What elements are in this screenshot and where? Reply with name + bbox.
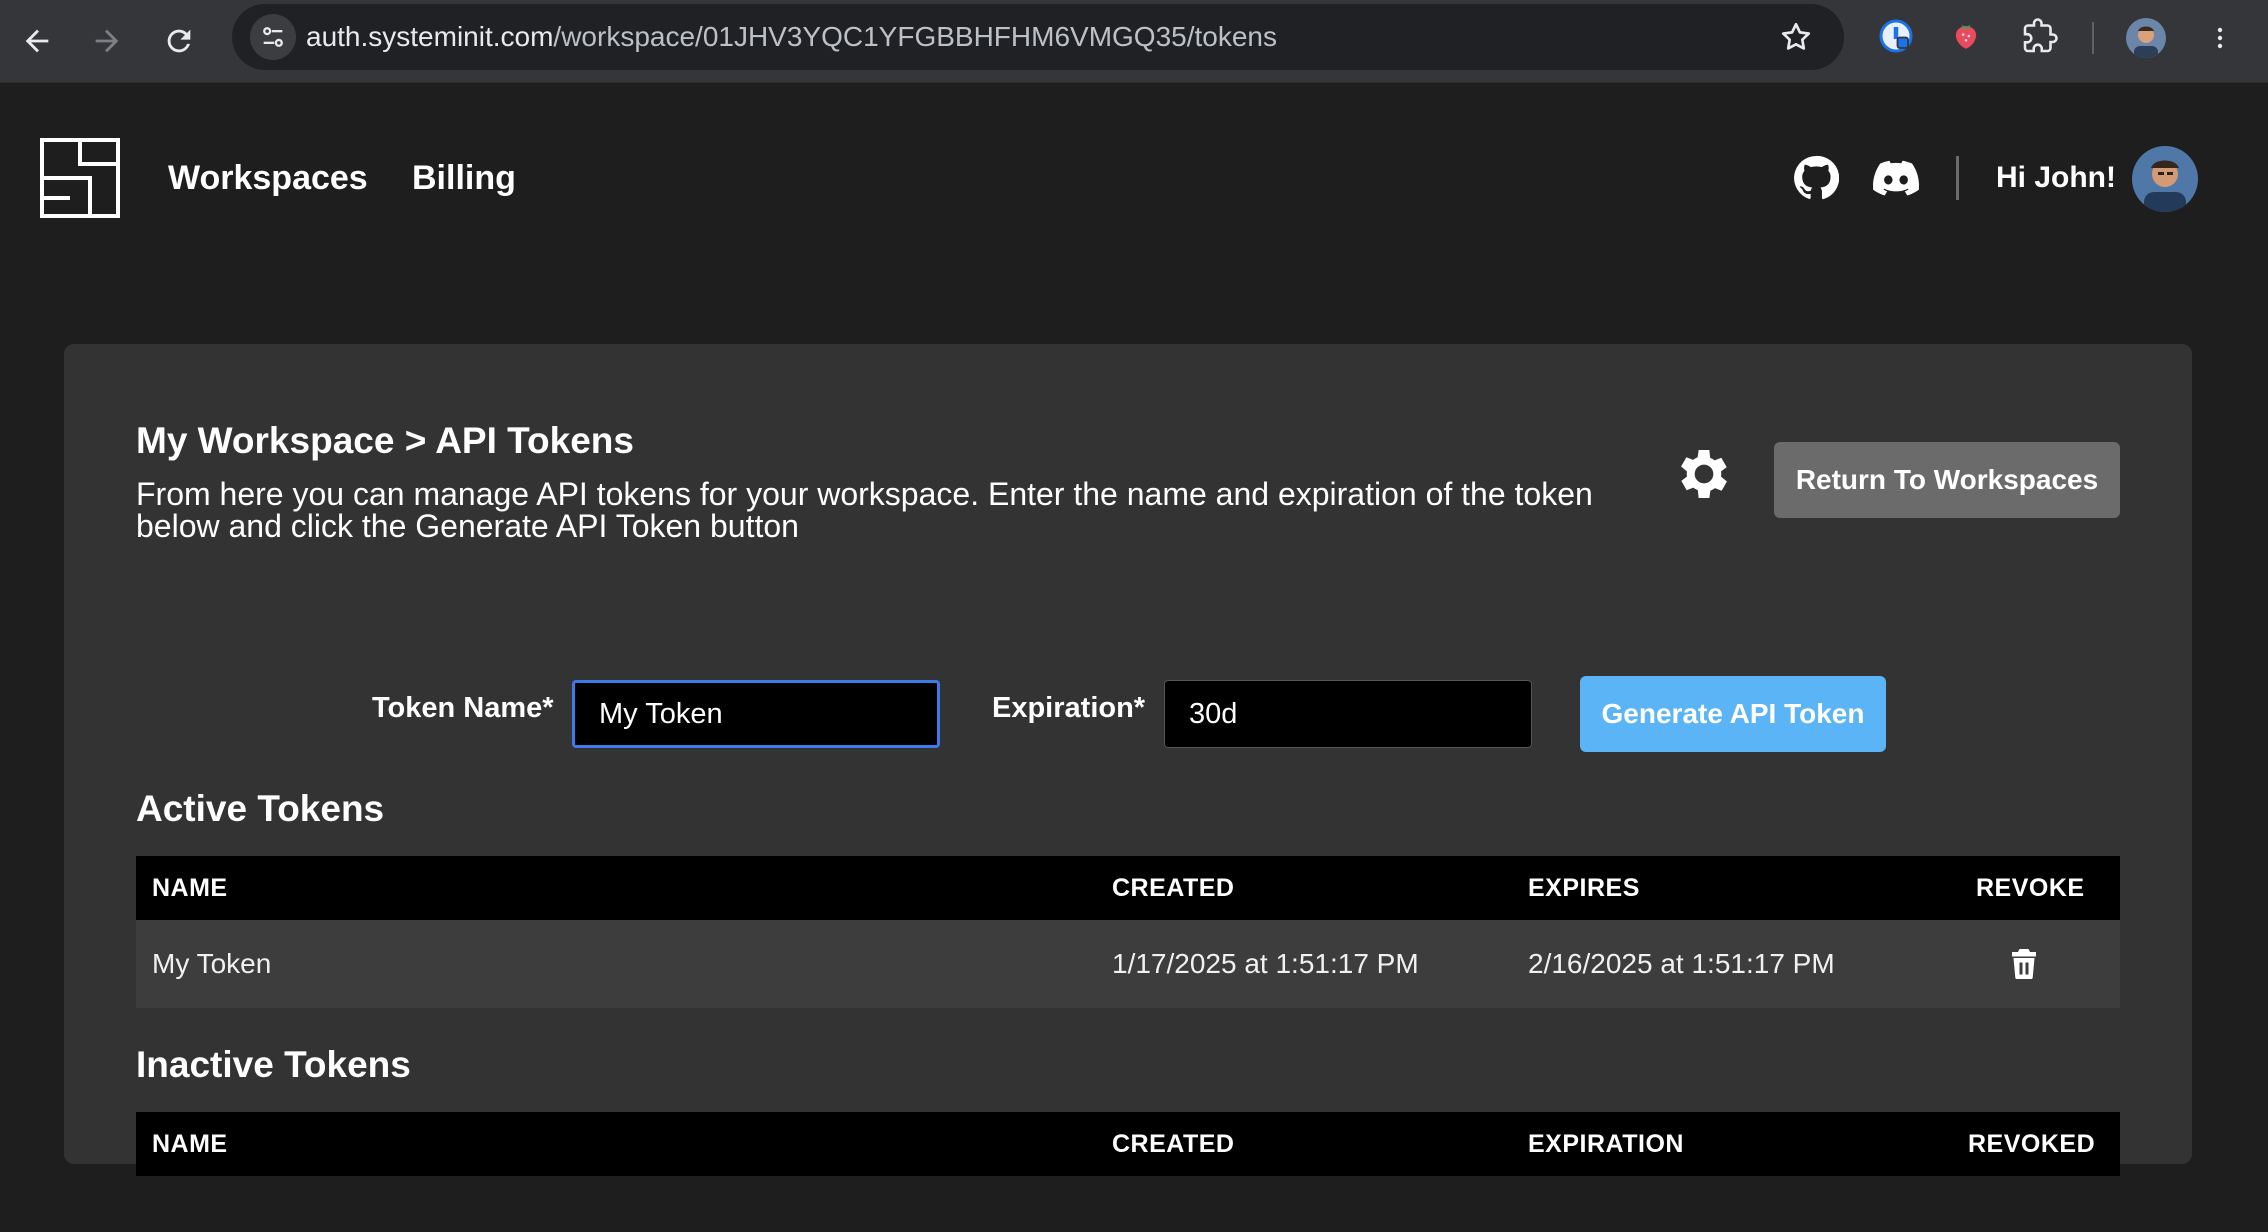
generate-api-token-button[interactable]: Generate API Token: [1580, 676, 1886, 752]
column-header-created: CREATED: [1112, 874, 1235, 902]
token-name-input[interactable]: [572, 680, 940, 748]
revoke-token-button[interactable]: [2004, 944, 2044, 984]
trash-icon: [2012, 949, 2036, 979]
app-viewport: Workspaces Billing Hi John! My Workspace…: [0, 84, 2268, 1232]
nav-billing-link[interactable]: Billing: [412, 152, 516, 204]
url-host: auth.systeminit.com: [306, 21, 554, 52]
browser-toolbar: auth.systeminit.com/workspace/01JHV3YQC1…: [0, 0, 2268, 83]
discord-link[interactable]: [1872, 154, 1920, 202]
token-name-cell: My Token: [152, 948, 272, 979]
user-avatar[interactable]: [2132, 146, 2198, 212]
column-header-revoked: REVOKED: [1968, 1130, 2096, 1158]
reload-button[interactable]: [152, 14, 206, 68]
strawberry-extension[interactable]: [1946, 16, 1986, 56]
star-icon[interactable]: [1778, 19, 1814, 55]
nav-workspaces-link[interactable]: Workspaces: [168, 152, 368, 204]
back-button[interactable]: [10, 14, 64, 68]
password-manager-icon: [1879, 19, 1913, 53]
token-name-label: Token Name*: [372, 692, 554, 724]
discord-icon: [1873, 160, 1919, 196]
system-initiative-logo[interactable]: [40, 138, 120, 218]
column-header-expires: EXPIRES: [1528, 874, 1640, 902]
return-to-workspaces-button[interactable]: Return To Workspaces: [1774, 442, 2120, 518]
extension-icon: [1955, 24, 1977, 49]
address-bar[interactable]: auth.systeminit.com/workspace/01JHV3YQC1…: [232, 4, 1844, 70]
column-header-expiration: EXPIRATION: [1528, 1130, 1684, 1158]
extensions-button[interactable]: [2020, 16, 2060, 56]
column-header-revoke: REVOKE: [1976, 874, 2085, 902]
expiration-input[interactable]: [1164, 680, 1532, 748]
user-photo-icon: [2132, 146, 2198, 212]
token-expires-cell: 2/16/2025 at 1:51:17 PM: [1528, 948, 1835, 979]
github-link[interactable]: [1792, 154, 1840, 202]
site-settings-button[interactable]: [250, 14, 296, 60]
kebab-menu-icon: [2217, 27, 2223, 49]
toolbar-divider: [2092, 22, 2094, 54]
site-settings-icon: [263, 27, 283, 47]
column-header-name: NAME: [152, 874, 228, 902]
user-greeting: Hi John!: [1996, 161, 2116, 194]
url-path: /workspace/01JHV3YQC1YFGBBHFHM6VMGQ35/to…: [553, 21, 1278, 52]
url-text[interactable]: auth.systeminit.com/workspace/01JHV3YQC1…: [306, 4, 1277, 70]
column-header-created: CREATED: [1112, 1130, 1235, 1158]
back-arrow-icon: [25, 29, 49, 53]
reload-icon: [167, 29, 191, 53]
gear-icon[interactable]: [1672, 442, 1736, 506]
api-tokens-card: My Workspace > API Tokens From here you …: [64, 344, 2192, 1176]
password-manager-extension[interactable]: [1876, 16, 1916, 56]
page-description: From here you can manage API tokens for …: [136, 476, 1593, 544]
puzzle-icon: [2023, 18, 2058, 53]
profile-photo-icon: [2126, 18, 2166, 58]
profile-avatar[interactable]: [2126, 18, 2166, 58]
forward-button[interactable]: [80, 14, 134, 68]
active-tokens-title: Active Tokens: [136, 788, 385, 829]
active-tokens-table: NAME CREATED EXPIRES REVOKE My Token 1/1…: [136, 856, 2120, 1008]
browser-menu-button[interactable]: [2206, 18, 2234, 58]
inactive-tokens-table: NAME CREATED EXPIRATION REVOKED: [136, 1112, 2120, 1176]
forward-arrow-icon: [95, 29, 119, 53]
expiration-label: Expiration*: [992, 692, 1146, 724]
github-icon: [1794, 155, 1839, 200]
table-row: My Token 1/17/2025 at 1:51:17 PM 2/16/20…: [136, 920, 2120, 1008]
header-divider: [1956, 156, 1959, 200]
table-header: NAME CREATED EXPIRATION REVOKED: [136, 1112, 2120, 1176]
page-title: My Workspace > API Tokens: [136, 420, 634, 461]
inactive-tokens-title: Inactive Tokens: [136, 1044, 411, 1085]
column-header-name: NAME: [152, 1130, 228, 1158]
table-header: NAME CREATED EXPIRES REVOKE: [136, 856, 2120, 920]
token-created-cell: 1/17/2025 at 1:51:17 PM: [1112, 948, 1419, 979]
